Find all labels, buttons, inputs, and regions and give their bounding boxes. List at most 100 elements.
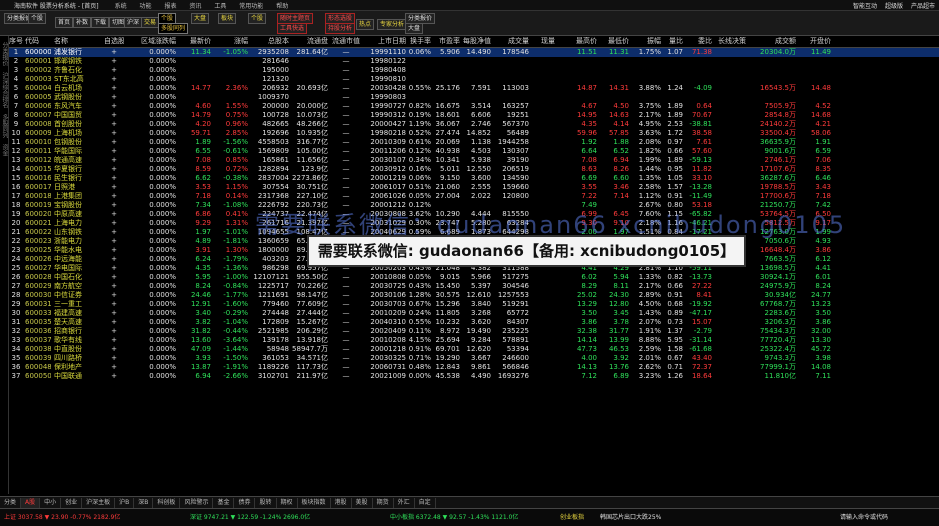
table-row[interactable]: 27 600029 南方航空 +0.000% 8.24 -0.84% 1225717 70.2…	[9, 282, 939, 291]
market-tab[interactable]: 风险警示	[180, 497, 214, 508]
cell-favorite[interactable]: +	[104, 354, 124, 363]
table-row[interactable]: 7 600006 东风汽车 +0.000% 4.60 1.55% 200000 20.000亿…	[9, 102, 939, 111]
col-header-total-shares[interactable]: 总股本	[251, 36, 289, 47]
market-tab[interactable]: 板块指数	[298, 497, 331, 508]
holding-analysis-button[interactable]: 持股分析	[325, 23, 356, 34]
cell-favorite[interactable]: +	[104, 372, 124, 381]
super-edition-link[interactable]: 超级版	[885, 1, 903, 10]
col-header-amplitude[interactable]: 振幅	[631, 36, 661, 47]
col-header-pe[interactable]: 市盈率	[432, 36, 460, 47]
table-row[interactable]: 8 600007 中国国贸 +0.000% 14.79 0.75% 100728 10.073…	[9, 111, 939, 120]
cell-favorite[interactable]: +	[104, 345, 124, 354]
home-button[interactable]: 首页	[55, 17, 74, 28]
cell-favorite[interactable]: +	[104, 300, 124, 309]
table-row[interactable]: 5 600004 白云机场 +0.000% 14.77 2.36% 206932 20.693…	[9, 84, 939, 93]
table-row[interactable]: 14 600015 华夏银行 +0.000% 8.59 0.72% 1282894 123.9…	[9, 165, 939, 174]
table-row[interactable]: 35 600039 四川路桥 +0.000% 3.93 -1.50% 361053 34.57…	[9, 354, 939, 363]
cell-favorite[interactable]: +	[104, 237, 124, 246]
cell-favorite[interactable]: +	[104, 255, 124, 264]
cell-favorite[interactable]: +	[104, 318, 124, 327]
col-header-volume[interactable]: 成交量	[494, 36, 529, 47]
cell-favorite[interactable]: +	[104, 183, 124, 192]
col-header-change-pct[interactable]: 涨幅	[214, 36, 248, 47]
col-header-list-date[interactable]: 上市日期	[364, 36, 406, 47]
col-header-bid-ratio[interactable]: 委比	[684, 36, 712, 47]
cell-favorite[interactable]: +	[104, 309, 124, 318]
market-tab[interactable]: 期权	[277, 497, 298, 508]
side-tab-funds[interactable]: 资金	[0, 144, 9, 156]
table-row[interactable]: 15 600016 民生银行 +0.000% 6.62 -0.38% 2837004 2273…	[9, 174, 939, 183]
market-tab[interactable]: 期货	[373, 497, 394, 508]
table-row[interactable]: 13 600012 皖通高速 +0.000% 7.08 0.85% 165861 11.656…	[9, 156, 939, 165]
cell-favorite[interactable]: +	[104, 93, 124, 102]
col-header-index[interactable]: 序号	[9, 36, 23, 47]
cell-favorite[interactable]: +	[104, 165, 124, 174]
col-header-open[interactable]: 开盘价	[799, 36, 831, 47]
cell-favorite[interactable]: +	[104, 66, 124, 75]
cell-favorite[interactable]: +	[104, 129, 124, 138]
table-row[interactable]: 12 600011 华能国际 +0.000% 6.55 -0.61% 1569809 105.…	[9, 147, 939, 156]
table-row[interactable]: 34 600038 中直股份 +0.000% 47.09 -1.44% 58948 58947…	[9, 345, 939, 354]
cell-favorite[interactable]: +	[104, 156, 124, 165]
col-header-region-change[interactable]: 区域涨跌幅	[122, 36, 176, 47]
command-input[interactable]: 请输入命令或代码	[840, 512, 888, 521]
market-tab[interactable]: 沪深主板	[82, 497, 116, 508]
patch-data-button[interactable]: 补数	[73, 17, 92, 28]
table-row[interactable]: 31 600035 楚天高速 +0.000% 3.82 -1.04% 172809 15.26…	[9, 318, 939, 327]
side-tab-multi[interactable]: 多股同列	[0, 114, 9, 138]
cell-favorite[interactable]: +	[104, 75, 124, 84]
table-row[interactable]: 11 600010 包钢股份 +0.000% 1.89 -1.56% 4558503 316.…	[9, 138, 939, 147]
col-header-float-shares[interactable]: 流通盘	[292, 36, 328, 47]
table-row[interactable]: 2 600001 邯郸钢铁 +0.000% 281646 — 19980122	[9, 57, 939, 66]
market-tab[interactable]: 中小	[40, 497, 62, 508]
market-select[interactable]: 大盘	[191, 13, 210, 24]
table-row[interactable]: 9 600008 首创股份 +0.000% 4.20 0.96% 482665 48.266亿…	[9, 120, 939, 129]
col-header-price[interactable]: 最新价	[177, 36, 211, 47]
table-row[interactable]: 33 600037 歌华有线 +0.000% 13.60 -3.64% 139178 13.9…	[9, 336, 939, 345]
cell-favorite[interactable]: +	[104, 57, 124, 66]
market-tab[interactable]: 港股	[331, 497, 352, 508]
cell-favorite[interactable]: +	[104, 120, 124, 129]
market-tab[interactable]: 分类	[0, 497, 22, 508]
menu-common[interactable]: 常用功能	[239, 3, 263, 10]
cell-favorite[interactable]: +	[104, 84, 124, 93]
cell-favorite[interactable]: +	[104, 192, 124, 201]
tool-pick-button[interactable]: 工具快选	[277, 23, 308, 34]
stock-select[interactable]: 个股	[248, 13, 267, 24]
market-tab[interactable]: 基金	[213, 497, 235, 508]
table-row[interactable]: 17 600018 上港集团 +0.000% 7.18 0.14% 2317368 227.1…	[9, 192, 939, 201]
col-header-turnover[interactable]: 换手率	[407, 36, 431, 47]
col-header-code[interactable]: 代码	[25, 36, 51, 47]
download-button[interactable]: 下载	[91, 17, 110, 28]
menu-help[interactable]: 帮助	[276, 3, 288, 10]
col-header-float-cap[interactable]: 流通市值	[330, 36, 362, 47]
col-header-low[interactable]: 最低价	[599, 36, 629, 47]
col-header-nav[interactable]: 每股净值	[461, 36, 491, 47]
cell-favorite[interactable]: +	[104, 147, 124, 156]
menu-function[interactable]: 功能	[140, 3, 152, 10]
table-row[interactable]: 32 600036 招商银行 +0.000% 31.82 -0.44% 2521985 206…	[9, 327, 939, 336]
cell-favorite[interactable]: +	[104, 210, 124, 219]
cell-favorite[interactable]: +	[104, 363, 124, 372]
menu-system[interactable]: 系统	[115, 3, 127, 10]
market-tab[interactable]: 创业	[61, 497, 83, 508]
stock-button[interactable]: 个股	[28, 13, 47, 24]
sector-select[interactable]: 板块	[218, 13, 237, 24]
menu-tools[interactable]: 工具	[214, 3, 226, 10]
cell-favorite[interactable]: +	[104, 219, 124, 228]
market-tab[interactable]: 外汇	[394, 497, 415, 508]
smart-interact-link[interactable]: 智能互动	[853, 1, 877, 10]
cell-favorite[interactable]: +	[104, 264, 124, 273]
col-header-amount[interactable]: 成交额	[754, 36, 796, 47]
col-header-high[interactable]: 最高价	[561, 36, 597, 47]
cell-favorite[interactable]: +	[104, 48, 124, 57]
cell-favorite[interactable]: +	[104, 174, 124, 183]
table-row[interactable]: 16 600017 日照港 +0.000% 3.53 1.15% 307554 30.751亿…	[9, 183, 939, 192]
col-header-name[interactable]: 名称	[54, 36, 98, 47]
menu-news[interactable]: 资讯	[189, 3, 201, 10]
menu-report[interactable]: 报表	[164, 3, 176, 10]
multi-stock-button[interactable]: 多股同列	[158, 23, 189, 34]
table-row[interactable]: 10 600009 上海机场 +0.000% 59.71 2.85% 192696 10.93…	[9, 129, 939, 138]
table-row[interactable]: 26 600028 中国石化 +0.000% 5.95 -1.00% 12107121 955…	[9, 273, 939, 282]
table-row[interactable]: 28 600030 中信证券 +0.000% 24.46 -1.77% 1211691 98.…	[9, 291, 939, 300]
